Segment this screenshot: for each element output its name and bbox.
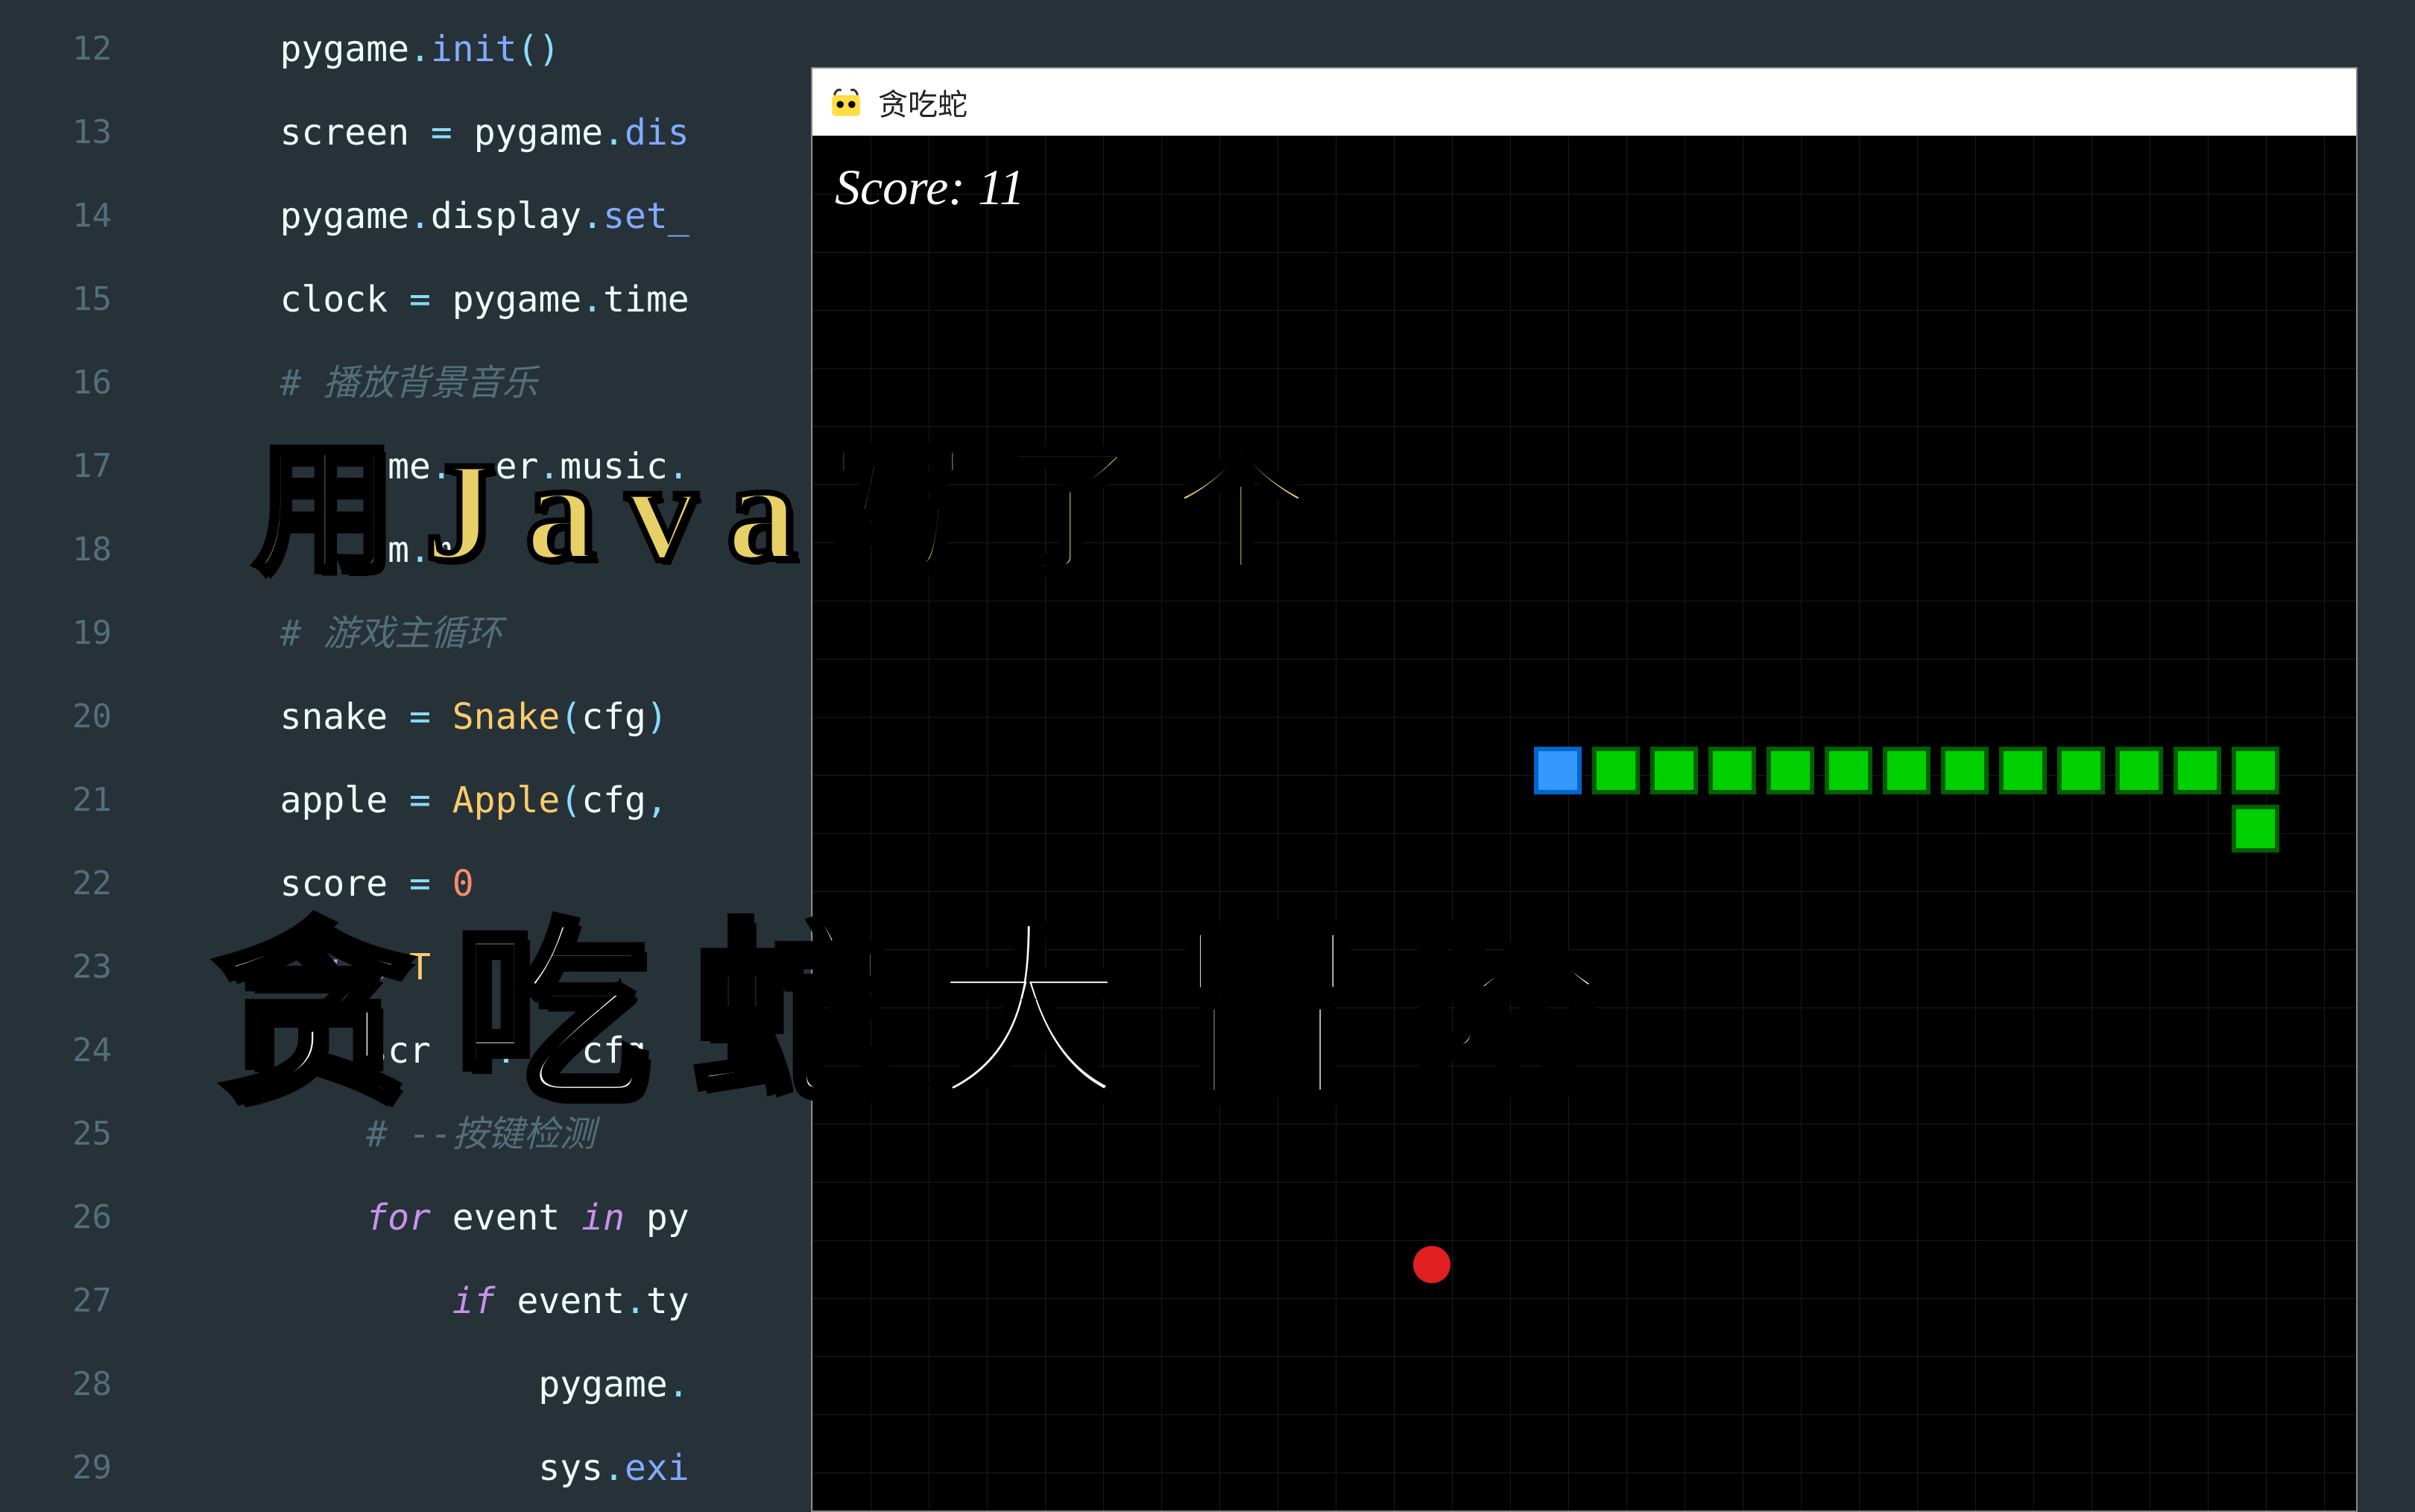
snake-segment — [1592, 747, 1640, 794]
snake-segment — [2232, 747, 2279, 794]
line-number: 26 — [0, 1176, 149, 1259]
food-item — [1413, 1246, 1450, 1283]
line-number: 12 — [0, 7, 149, 91]
snake-segment — [2115, 747, 2163, 794]
line-number: 17 — [0, 425, 149, 508]
snake-segment — [1708, 747, 1756, 794]
line-number: 27 — [0, 1259, 149, 1343]
line-number: 16 — [0, 341, 149, 425]
line-gutter: 121314151617181920212223242526272829 — [0, 0, 149, 1512]
score-display: Score: 11 — [835, 158, 1025, 217]
score-value: 11 — [978, 159, 1025, 215]
line-number: 14 — [0, 174, 149, 258]
line-number: 19 — [0, 592, 149, 675]
snake-segment — [1883, 747, 1931, 794]
snake-head — [1534, 747, 1582, 794]
line-number: 18 — [0, 508, 149, 592]
snake-segment — [2057, 747, 2105, 794]
grid-lines — [812, 136, 2356, 1511]
snake-segment — [1825, 747, 1872, 794]
line-number: 28 — [0, 1343, 149, 1426]
line-number: 20 — [0, 675, 149, 759]
snake-segment — [2174, 747, 2221, 794]
game-window: 贪吃蛇 Score: 11 — [811, 67, 2358, 1512]
line-number: 29 — [0, 1426, 149, 1510]
line-number: 15 — [0, 258, 149, 341]
snake-segment — [1999, 747, 2047, 794]
score-label: Score: — [835, 159, 965, 215]
line-number: 24 — [0, 1009, 149, 1092]
line-number: 22 — [0, 842, 149, 926]
line-number: 25 — [0, 1092, 149, 1176]
line-number: 21 — [0, 759, 149, 842]
snake-segment — [2232, 805, 2279, 853]
snake-segment — [1941, 747, 1989, 794]
line-number: 23 — [0, 926, 149, 1009]
snake-segment — [1767, 747, 1814, 794]
window-title: 贪吃蛇 — [878, 80, 967, 124]
snake-segment — [1650, 747, 1698, 794]
line-number: 13 — [0, 91, 149, 174]
app-icon — [827, 83, 865, 121]
title-bar[interactable]: 贪吃蛇 — [812, 69, 2356, 136]
game-canvas[interactable]: Score: 11 — [812, 136, 2356, 1511]
